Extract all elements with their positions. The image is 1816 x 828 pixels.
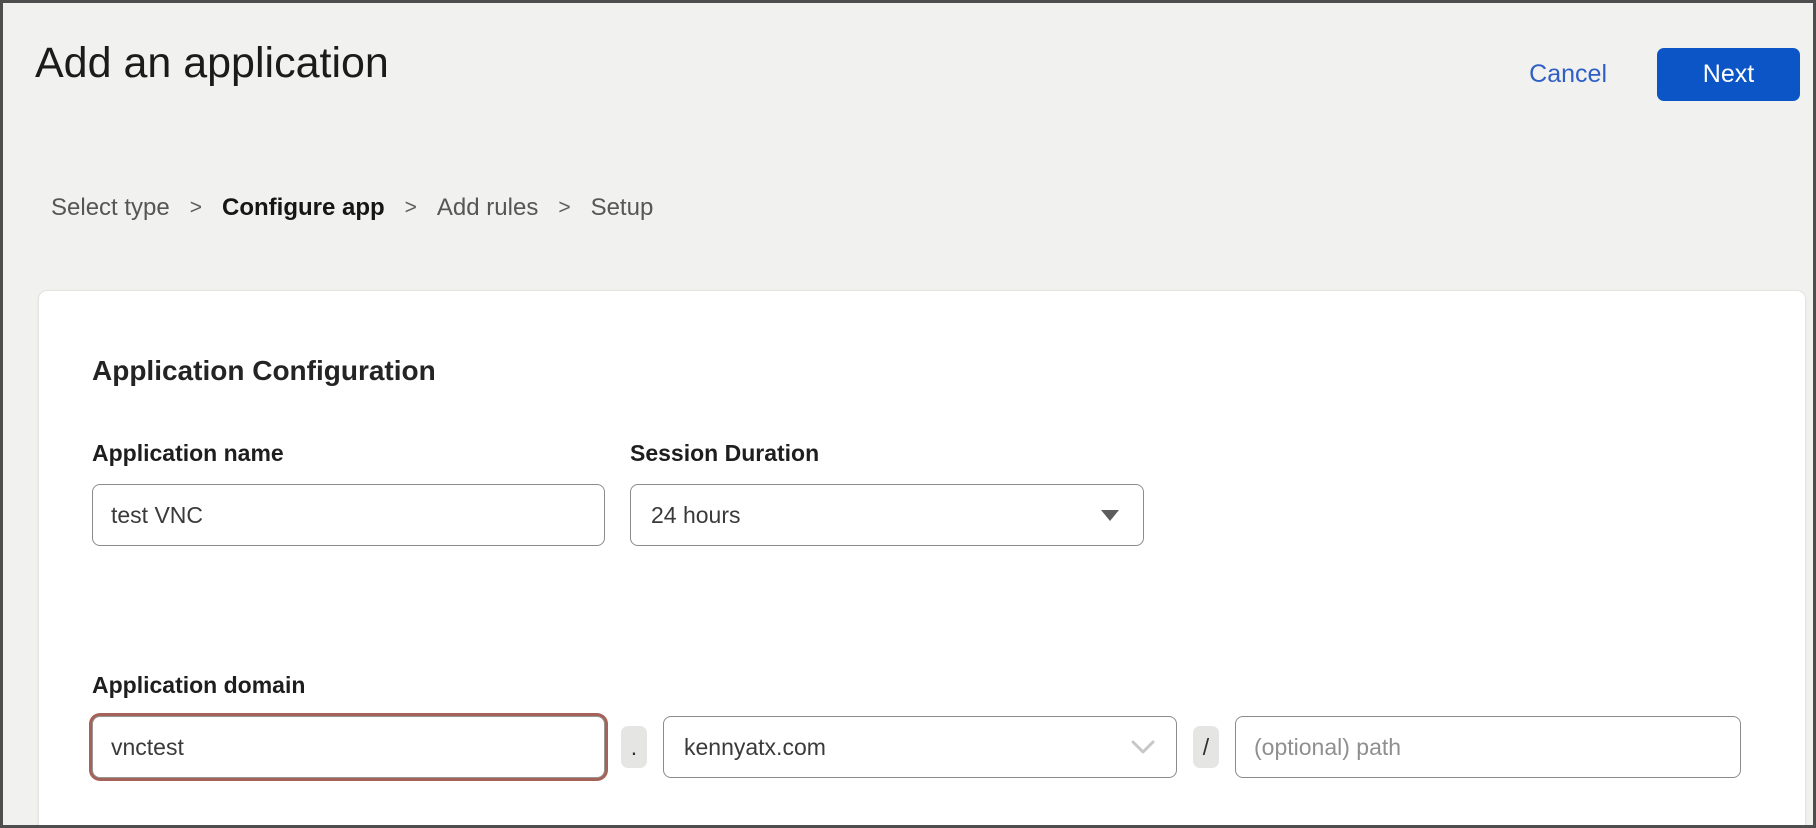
application-domain-section: Application domain . kennyatx.com / [92, 672, 1752, 778]
chevron-down-icon [1130, 739, 1156, 755]
next-button[interactable]: Next [1657, 48, 1800, 101]
add-application-page: Add an application Cancel Next Select ty… [0, 0, 1816, 828]
dropdown-arrow-icon [1101, 510, 1119, 521]
header-actions: Cancel Next [1529, 48, 1800, 101]
session-duration-value: 24 hours [651, 502, 741, 529]
subdomain-input[interactable] [92, 716, 605, 778]
step-select-type[interactable]: Select type [51, 194, 170, 222]
name-duration-row: Application name Session Duration 24 hou… [92, 440, 1752, 546]
page-title: Add an application [35, 39, 389, 88]
configuration-card: Application Configuration Application na… [38, 290, 1806, 828]
step-setup[interactable]: Setup [591, 194, 654, 222]
breadcrumb-separator: > [405, 196, 417, 220]
slash-separator: / [1193, 726, 1219, 768]
session-duration-select[interactable]: 24 hours [630, 484, 1144, 546]
path-input[interactable] [1235, 716, 1741, 778]
breadcrumb: Select type > Configure app > Add rules … [51, 194, 653, 222]
domain-select[interactable]: kennyatx.com [663, 716, 1177, 778]
application-name-field: Application name [92, 440, 605, 546]
cancel-button[interactable]: Cancel [1529, 60, 1607, 89]
domain-select-value: kennyatx.com [684, 734, 826, 761]
session-duration-field: Session Duration 24 hours [630, 440, 1144, 546]
step-add-rules[interactable]: Add rules [437, 194, 538, 222]
session-duration-label: Session Duration [630, 440, 1144, 467]
application-domain-label: Application domain [92, 672, 1752, 699]
step-configure-app[interactable]: Configure app [222, 194, 385, 222]
application-domain-row: . kennyatx.com / [92, 716, 1752, 778]
section-title: Application Configuration [92, 355, 1752, 387]
application-name-label: Application name [92, 440, 605, 467]
application-name-input[interactable] [92, 484, 605, 546]
breadcrumb-separator: > [558, 196, 570, 220]
breadcrumb-separator: > [190, 196, 202, 220]
dot-separator: . [621, 726, 647, 768]
